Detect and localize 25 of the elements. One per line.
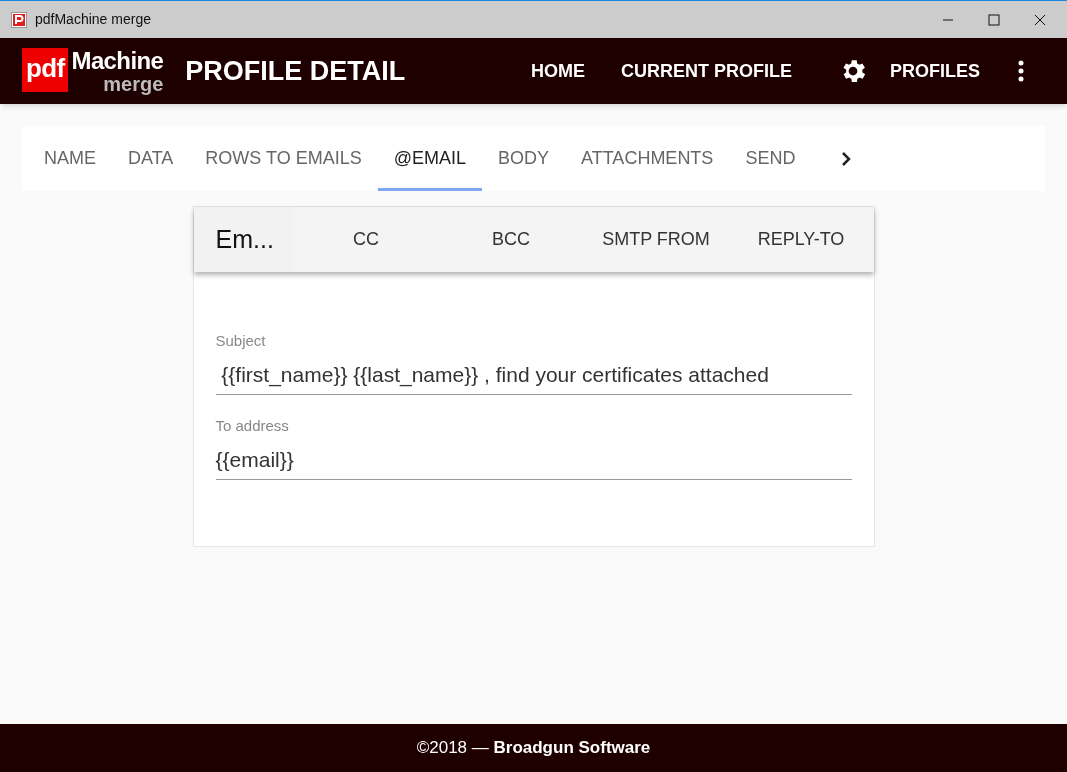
sub-tab[interactable]: CC	[293, 207, 439, 272]
more-icon[interactable]	[1018, 60, 1024, 82]
tab[interactable]: SEND	[729, 126, 812, 191]
sub-tab[interactable]: Em...	[193, 207, 294, 272]
nav-link[interactable]: HOME	[531, 57, 585, 85]
tab[interactable]: DATA	[112, 126, 190, 191]
footer-text: ©2018 — Broadgun Software	[416, 737, 651, 760]
nav-link[interactable]: PROFILES	[890, 57, 980, 85]
tab[interactable]: BODY	[482, 126, 566, 191]
tab[interactable]: NAME	[28, 126, 112, 191]
tab[interactable]: ATTACHMENTS	[565, 126, 730, 191]
tab[interactable]: @EMAIL	[377, 126, 483, 191]
nav-link[interactable]: CURRENT PROFILE	[621, 57, 792, 85]
app-icon	[11, 11, 27, 28]
sub-tab[interactable]: BCC	[438, 207, 584, 272]
text-field[interactable]: To address {{email}}	[215, 415, 852, 480]
maximize-icon[interactable]	[988, 13, 1000, 26]
sub-tab[interactable]: SMTP FROM	[583, 207, 729, 272]
sub-tab[interactable]: REPLY-TO	[728, 207, 874, 272]
chevron-right-icon[interactable]	[841, 150, 852, 167]
close-icon[interactable]	[1034, 13, 1046, 26]
page-title: PROFILE DETAIL	[185, 54, 406, 88]
window-title: pdfMachine merge	[35, 10, 151, 29]
tab[interactable]: ROWS TO EMAILS	[189, 126, 378, 191]
text-field[interactable]: Subject {{first_name}} {{last_name}} , find your certificates attached	[215, 330, 852, 395]
